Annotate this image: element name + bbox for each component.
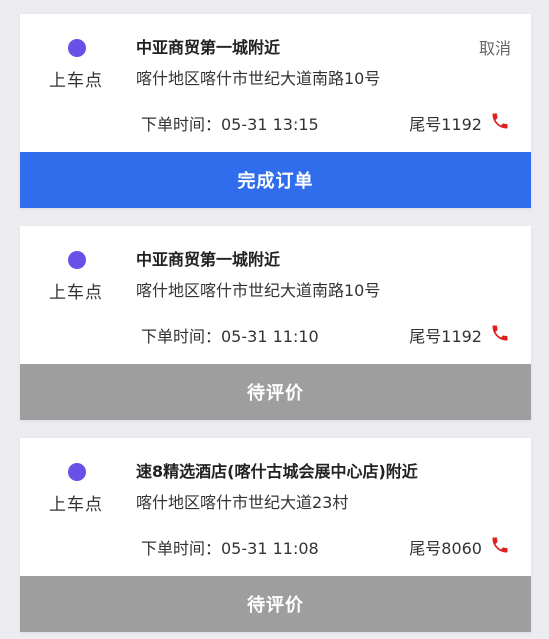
place-name: 中亚商贸第一城附近 <box>136 38 281 57</box>
phone-tail-number: 尾号1192 <box>409 327 482 346</box>
pickup-dot-icon <box>68 251 86 269</box>
phone-tail-number: 尾号8060 <box>409 539 482 558</box>
order-time: 下单时间：05-31 13:15 <box>141 115 319 134</box>
place-name: 速8精选酒店(喀什古城会展中心店)附近 <box>136 462 418 481</box>
order-list: 上车点 中亚商贸第一城附近 喀什地区喀什市世纪大道南路10号 取消 下单时间：0… <box>20 14 531 632</box>
complete-order-button[interactable]: 完成订单 <box>20 152 531 208</box>
order-card: 上车点 速8精选酒店(喀什古城会展中心店)附近 喀什地区喀什市世纪大道23村 下… <box>20 438 531 632</box>
pickup-label: 上车点 <box>49 495 103 515</box>
place-name: 中亚商贸第一城附近 <box>136 250 281 269</box>
phone-icon[interactable] <box>490 111 510 131</box>
pickup-label: 上车点 <box>49 283 103 303</box>
pickup-address: 喀什地区喀什市世纪大道23村 <box>136 493 349 512</box>
order-time: 下单时间：05-31 11:10 <box>141 327 319 346</box>
phone-icon[interactable] <box>490 535 510 555</box>
pickup-dot-icon <box>68 39 86 57</box>
pickup-label: 上车点 <box>49 71 103 91</box>
pickup-address: 喀什地区喀什市世纪大道南路10号 <box>136 281 381 300</box>
pickup-address: 喀什地区喀什市世纪大道南路10号 <box>136 69 381 88</box>
order-time: 下单时间：05-31 11:08 <box>141 539 319 558</box>
order-card: 上车点 中亚商贸第一城附近 喀什地区喀什市世纪大道南路10号 下单时间：05-3… <box>20 226 531 420</box>
pickup-dot-icon <box>68 463 86 481</box>
phone-tail-number: 尾号1192 <box>409 115 482 134</box>
cancel-order-button[interactable]: 取消 <box>479 35 511 59</box>
order-card: 上车点 中亚商贸第一城附近 喀什地区喀什市世纪大道南路10号 取消 下单时间：0… <box>20 14 531 208</box>
phone-icon[interactable] <box>490 323 510 343</box>
pending-review-button[interactable]: 待评价 <box>20 364 531 420</box>
pending-review-button[interactable]: 待评价 <box>20 576 531 632</box>
